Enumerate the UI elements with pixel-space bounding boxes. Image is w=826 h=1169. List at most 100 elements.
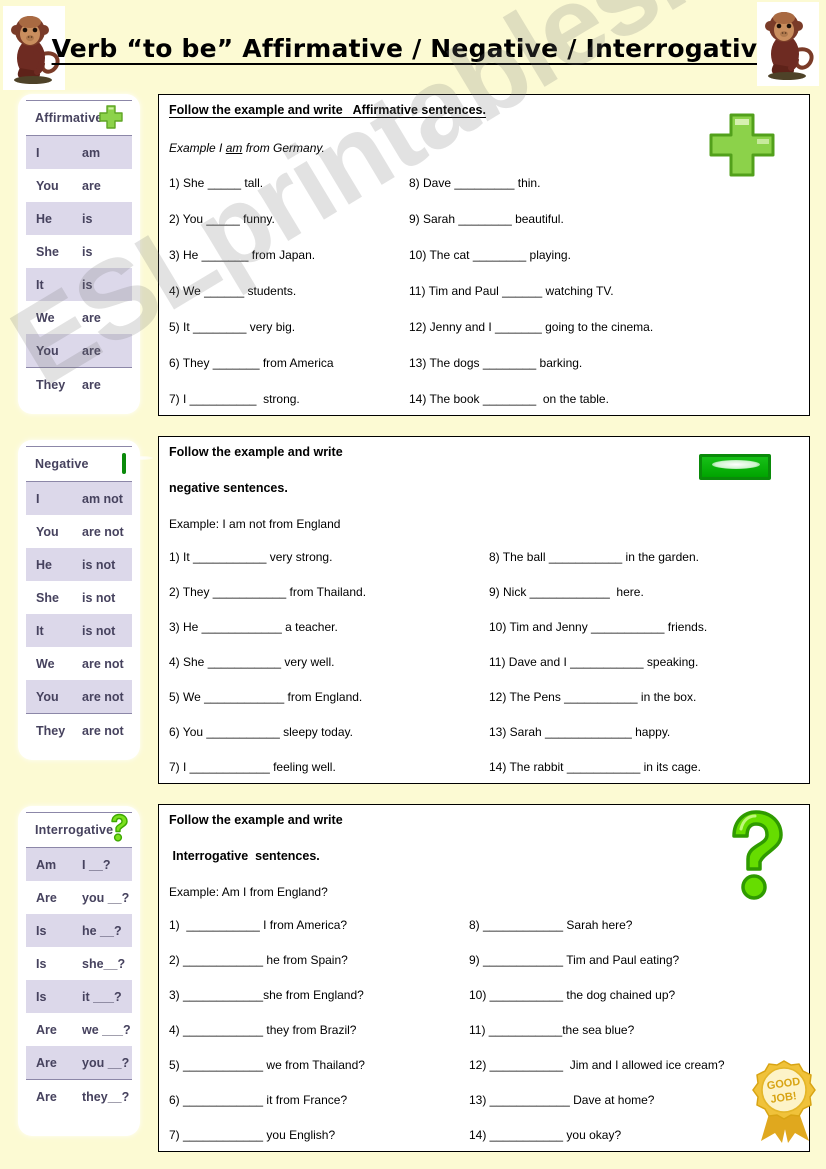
- cell-verb: are: [82, 343, 101, 358]
- negative-left-column: 1) It ___________ very strong. 2) They _…: [169, 551, 366, 773]
- table-row: You are: [26, 334, 132, 367]
- affirmative-exercise-box: Follow the example and write Affirmative…: [158, 94, 810, 416]
- exercise-item: 9) Sarah ________ beautiful.: [409, 212, 564, 226]
- cell-verb: she__?: [82, 956, 126, 971]
- interrogative-left-column: 1) ___________ I from America? 2) ______…: [169, 919, 365, 1141]
- exercise-item: 3) ____________she from England?: [169, 988, 364, 1002]
- exercise-item: 6) ____________ it from France?: [169, 1093, 348, 1107]
- affirmative-table-title: Affirmative: [35, 111, 103, 125]
- negative-table-header: Negative: [26, 446, 132, 482]
- cell-verb: he __?: [82, 923, 122, 938]
- example-prefix: Example I: [169, 141, 226, 155]
- cell-verb: you __?: [82, 1055, 130, 1070]
- cell-verb: are not: [82, 524, 124, 539]
- exercise-item: 13) Sarah _____________ happy.: [489, 725, 671, 739]
- cell-subject: Are: [36, 1055, 57, 1070]
- cell-subject: Am: [36, 857, 57, 872]
- exercise-item: 7) I ____________ feeling well.: [169, 760, 336, 774]
- table-row: Iam not: [26, 482, 132, 515]
- table-row: Are you __?: [26, 881, 132, 914]
- cell-verb: are not: [82, 656, 124, 671]
- cell-subject: You: [36, 343, 59, 358]
- cell-verb: it ___?: [82, 989, 122, 1004]
- cell-verb: am: [82, 145, 101, 160]
- green-minus-icon: [122, 453, 126, 474]
- cell-subject: I: [36, 145, 40, 160]
- exercise-item: 4) ____________ they from Brazil?: [169, 1023, 357, 1037]
- cell-subject: She: [36, 590, 59, 605]
- interrogative-table-header: Interrogative: [26, 812, 132, 848]
- cell-subject: It: [36, 277, 44, 292]
- cell-verb: is: [82, 211, 93, 226]
- interrogative-exercise-example: Example: Am I from England?: [169, 885, 328, 899]
- affirmative-table-rows: Iam You are He is She is It is We are You are …: [26, 136, 132, 401]
- exercise-item: 10) The cat ________ playing.: [409, 248, 571, 262]
- table-row: You are not: [26, 515, 132, 548]
- table-row: It is: [26, 268, 132, 301]
- exercise-item: 12) ___________ Jim and I allowed ice cr…: [469, 1058, 725, 1072]
- table-row: Are we ___?: [26, 1013, 132, 1046]
- cell-subject: It: [36, 623, 44, 638]
- table-row: Is she__?: [26, 947, 132, 980]
- affirmative-table-header: Affirmative: [26, 100, 132, 136]
- exercise-item: 12) The Pens ___________ in the box.: [489, 690, 697, 704]
- cell-subject: You: [36, 178, 59, 193]
- cell-subject: She: [36, 244, 59, 259]
- negative-exercise-box: Follow the example and write negative se…: [158, 436, 810, 784]
- table-row: We are not: [26, 647, 132, 680]
- interrogative-table-title: Interrogative: [35, 823, 114, 837]
- table-row: You are: [26, 169, 132, 202]
- table-row: We are: [26, 301, 132, 334]
- table-row: He is: [26, 202, 132, 235]
- exercise-item: 5) It ________ very big.: [169, 320, 296, 334]
- exercise-item: 2) ____________ he from Spain?: [169, 953, 348, 967]
- cell-verb: I __?: [82, 857, 111, 872]
- cell-subject: They: [36, 377, 66, 392]
- affirmative-left-column: 1) She _____ tall. 2) You _____ funny. 3…: [169, 177, 334, 405]
- cell-subject: Are: [36, 1089, 57, 1104]
- cell-subject: They: [36, 723, 66, 738]
- interrogative-exercise-heading: Follow the example and write: [169, 813, 343, 827]
- table-row: Is he __?: [26, 914, 132, 947]
- cell-verb: is not: [82, 557, 116, 572]
- exercise-item: 3) He ____________ a teacher.: [169, 620, 338, 634]
- page-title-wrap: Verb “to be” Affirmative / Negative / In…: [52, 12, 775, 84]
- exercise-item: 5) ____________ we from Thailand?: [169, 1058, 365, 1072]
- cell-verb: are: [82, 178, 101, 193]
- negative-exercise-example: Example: I am not from England: [169, 517, 341, 531]
- cell-verb: are not: [82, 723, 124, 738]
- cell-subject: We: [36, 310, 55, 325]
- affirmative-exercise-heading: Follow the example and write Affirmative…: [169, 103, 486, 117]
- exercise-item: 8) ____________ Sarah here?: [469, 918, 633, 932]
- negative-table-card: Negative Iam not You are not He is not She…: [18, 440, 140, 760]
- interrogative-exercise-heading-line2: Interrogative sentences.: [169, 849, 320, 863]
- exercise-item: 9) ____________ Tim and Paul eating?: [469, 953, 680, 967]
- cell-verb: are: [82, 377, 101, 392]
- exercise-item: 10) ___________ the dog chained up?: [469, 988, 676, 1002]
- cell-subject: He: [36, 557, 52, 572]
- negative-right-column: 8) The ball ___________ in the garden. 9…: [489, 551, 707, 773]
- page-title: Verb “to be” Affirmative / Negative / In…: [51, 33, 775, 63]
- cell-subject: We: [36, 656, 55, 671]
- exercise-item: 13) The dogs ________ barking.: [409, 356, 583, 370]
- negative-exercise-heading: Follow the example and write: [169, 445, 343, 459]
- cell-verb: is: [82, 277, 93, 292]
- exercise-item: 5) We ____________ from England.: [169, 690, 363, 704]
- exercise-item: 14) The rabbit ___________ in its cage.: [489, 760, 701, 774]
- table-row: She is not: [26, 581, 132, 614]
- table-row: Are they__?: [26, 1079, 132, 1113]
- green-minus-icon-large: [699, 454, 771, 480]
- table-row: They are: [26, 367, 132, 401]
- exercise-item: 8) Dave _________ thin.: [409, 176, 541, 190]
- table-row: Iam: [26, 136, 132, 169]
- exercise-item: 7) I __________ strong.: [169, 392, 300, 406]
- exercise-item: 6) You ___________ sleepy today.: [169, 725, 353, 739]
- interrogative-right-column: 8) ____________ Sarah here? 9) _________…: [469, 919, 725, 1141]
- green-question-icon-large: [721, 809, 791, 906]
- table-row: Are you __?: [26, 1046, 132, 1079]
- table-row: It is not: [26, 614, 132, 647]
- exercise-item: 11) Tim and Paul ______ watching TV.: [409, 284, 614, 298]
- exercise-item: 7) ____________ you English?: [169, 1128, 336, 1142]
- cell-subject: Are: [36, 890, 57, 905]
- affirmative-right-column: 8) Dave _________ thin. 9) Sarah _______…: [409, 177, 653, 405]
